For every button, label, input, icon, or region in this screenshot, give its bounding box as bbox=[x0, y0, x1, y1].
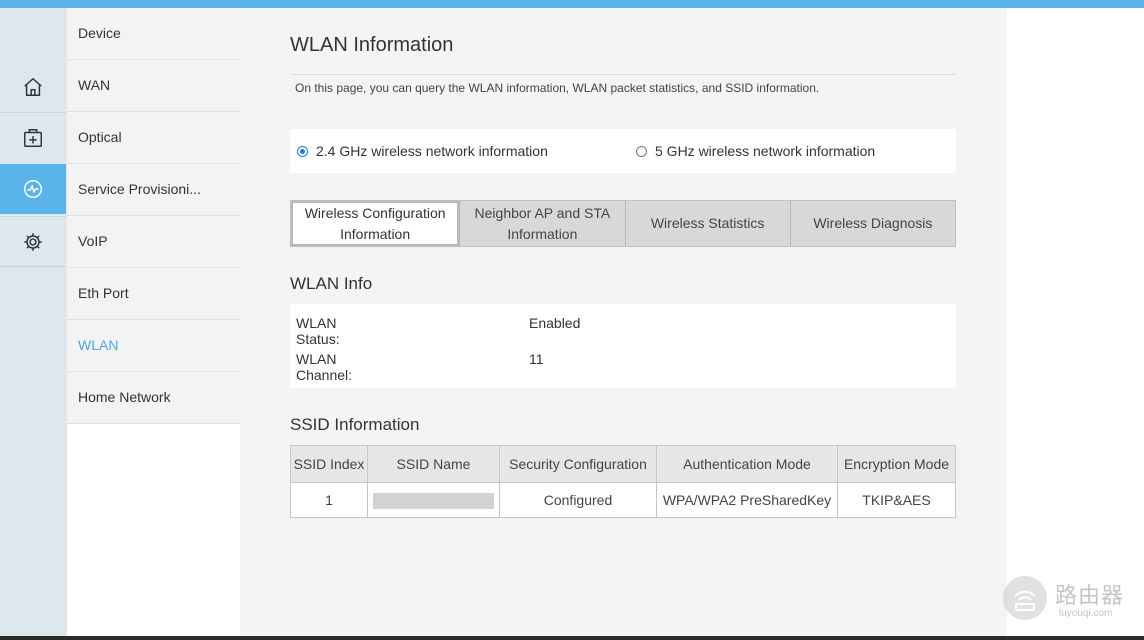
radio-5ghz-indicator[interactable] bbox=[636, 145, 647, 157]
sub-menu: Device WAN Optical Service Provisioni...… bbox=[66, 8, 240, 636]
diagnose-icon bbox=[24, 180, 42, 198]
cell-ssid-index: 1 bbox=[290, 482, 368, 518]
wlan-status-value: Enabled bbox=[529, 315, 581, 331]
wlan-channel-label: WLAN Channel: bbox=[296, 351, 353, 383]
cell-encryption-mode: TKIP&AES bbox=[837, 482, 956, 518]
cell-security-configuration: Configured bbox=[499, 482, 657, 518]
watermark-subtext: luyouqi.com bbox=[1059, 608, 1113, 619]
cell-authentication-mode: WPA/WPA2 PreSharedKey bbox=[656, 482, 838, 518]
col-security-configuration: Security Configuration bbox=[499, 445, 657, 483]
submenu-item-home-network[interactable]: Home Network bbox=[67, 372, 240, 424]
rail-divider bbox=[0, 266, 66, 267]
col-authentication-mode: Authentication Mode bbox=[656, 445, 838, 483]
top-accent-bar bbox=[0, 0, 1144, 8]
add-box-icon bbox=[24, 128, 42, 147]
cell-ssid-name bbox=[367, 482, 500, 518]
table-row: 1 Configured WPA/WPA2 PreSharedKey TKIP&… bbox=[290, 482, 956, 518]
watermark: 路由器 luyouqi.com bbox=[1003, 576, 1139, 624]
wlan-info-panel: WLAN Status: Enabled WLAN Channel: 11 bbox=[290, 304, 956, 388]
submenu-item-eth-port[interactable]: Eth Port bbox=[67, 268, 240, 320]
page-title: WLAN Information bbox=[290, 34, 454, 56]
submenu-item-voip[interactable]: VoIP bbox=[67, 216, 240, 268]
main-content: WLAN Information On this page, you can q… bbox=[240, 8, 1007, 636]
submenu-item-wlan[interactable]: WLAN bbox=[67, 320, 240, 372]
col-encryption-mode: Encryption Mode bbox=[837, 445, 956, 483]
ssid-info-title: SSID Information bbox=[290, 415, 420, 434]
watermark-logo-icon bbox=[1003, 576, 1047, 620]
wlan-info-title: WLAN Info bbox=[290, 274, 373, 293]
rail-item-settings[interactable] bbox=[0, 216, 66, 266]
radio-5ghz[interactable]: 5 GHz wireless network information bbox=[636, 129, 875, 173]
submenu-item-device[interactable]: Device bbox=[67, 8, 240, 60]
rail-item-diagnose[interactable] bbox=[0, 164, 74, 214]
tab-wireless-configuration[interactable]: Wireless Configuration Information bbox=[291, 201, 460, 246]
radio-24ghz-label: 2.4 GHz wireless network information bbox=[316, 143, 548, 159]
right-blank-pane bbox=[1007, 8, 1144, 636]
tab-wireless-statistics[interactable]: Wireless Statistics bbox=[624, 201, 790, 246]
watermark-text: 路由器 bbox=[1055, 584, 1125, 609]
wlan-channel-value: 11 bbox=[529, 351, 544, 367]
radio-24ghz-indicator[interactable] bbox=[297, 145, 308, 157]
wlan-tabs: Wireless Configuration Information Neigh… bbox=[290, 200, 956, 247]
submenu-item-wan[interactable]: WAN bbox=[67, 60, 240, 112]
wlan-status-label: WLAN Status: bbox=[296, 315, 340, 347]
ssid-table: SSID Index SSID Name Security Configurat… bbox=[290, 445, 956, 518]
col-ssid-name: SSID Name bbox=[367, 445, 500, 483]
tab-wireless-diagnosis[interactable]: Wireless Diagnosis bbox=[789, 201, 955, 246]
tab-neighbor-ap-sta[interactable]: Neighbor AP and STA Information bbox=[459, 201, 625, 246]
redacted-ssid-name bbox=[373, 492, 494, 509]
radio-24ghz[interactable]: 2.4 GHz wireless network information bbox=[297, 129, 548, 173]
icon-rail bbox=[0, 8, 74, 636]
title-divider bbox=[290, 74, 956, 75]
radio-5ghz-label: 5 GHz wireless network information bbox=[655, 143, 876, 159]
band-selector: 2.4 GHz wireless network information 5 G… bbox=[290, 129, 956, 173]
submenu-item-service-provisioning[interactable]: Service Provisioni... bbox=[67, 164, 240, 216]
bottom-edge bbox=[0, 636, 1144, 640]
rail-item-add[interactable] bbox=[0, 112, 66, 162]
home-icon bbox=[24, 78, 42, 96]
rail-item-home[interactable] bbox=[0, 62, 66, 112]
submenu-item-optical[interactable]: Optical bbox=[67, 112, 240, 164]
page-description: On this page, you can query the WLAN inf… bbox=[295, 81, 820, 95]
gear-icon bbox=[24, 232, 42, 251]
col-ssid-index: SSID Index bbox=[290, 445, 368, 483]
ssid-table-header: SSID Index SSID Name Security Configurat… bbox=[290, 445, 956, 483]
